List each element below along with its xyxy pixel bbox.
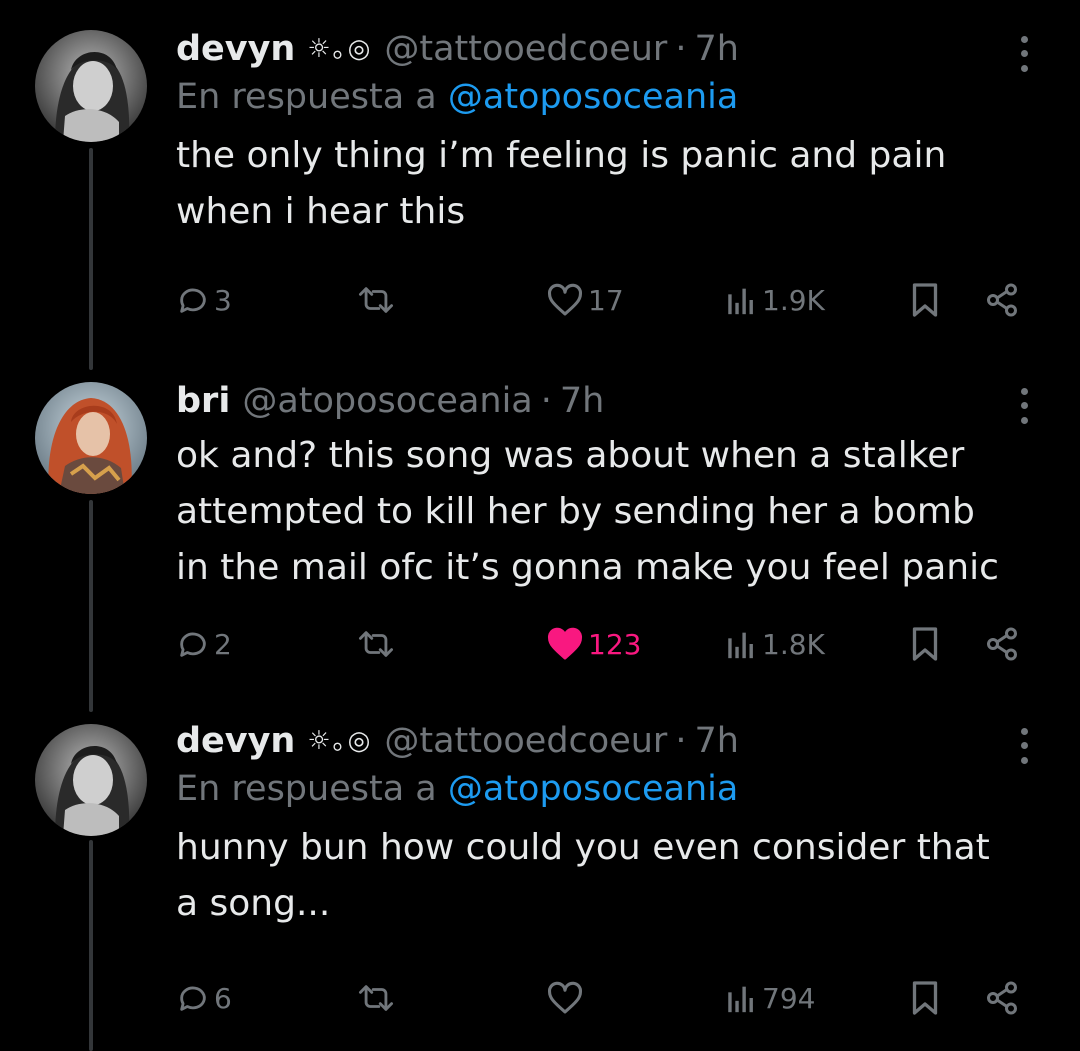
view-count: 794 [762,981,816,1015]
avatar[interactable] [35,30,147,142]
name-emoji: ☼｡◎ [307,34,373,64]
like-count: 17 [588,283,624,317]
bar-chart-icon [728,986,753,1013]
separator: · [675,29,687,69]
retweet-button[interactable] [356,280,396,320]
action-bar: 3 17 1.9K [176,280,1036,320]
reply-button[interactable]: 2 [176,624,232,664]
reply-prefix: En respuesta a [176,769,437,809]
reply-mention-link[interactable]: @atoposoceania [448,77,738,117]
views-button[interactable]: 1.8K [724,624,825,664]
more-dots-icon[interactable] [1012,32,1036,76]
handle[interactable]: @tattooedcoeur [384,26,667,72]
tweet-text: ok and? this song was about when a stalk… [176,428,1040,596]
reply-mention-link[interactable]: @atoposoceania [448,769,738,809]
bookmark-icon [912,627,938,661]
heart-icon [547,283,583,316]
reply-count: 6 [214,981,232,1015]
reply-count: 2 [214,627,232,661]
tweet-text-line: a song... [176,883,331,924]
timestamp[interactable]: 7h [560,378,604,424]
reply-context: En respuesta a @atoposoceania [176,764,1040,814]
display-name[interactable]: devyn [176,26,295,72]
display-name[interactable]: devyn [176,718,295,764]
retweet-icon [359,287,394,313]
tweet[interactable]: bri @atoposoceania · 7h ok and? this son… [0,360,1080,700]
tweet-text-line: attempted to kill her by sending her a b… [176,491,975,532]
like-button[interactable]: 123 [546,624,641,664]
tweet-header: devyn ☼｡◎ @tattooedcoeur · 7h [176,26,1040,72]
share-button[interactable] [984,624,1020,664]
bar-chart-icon [728,288,753,315]
heart-icon [547,981,583,1014]
tweet[interactable]: devyn ☼｡◎ @tattooedcoeur · 7h En respues… [0,700,1080,1051]
tweet-text-line: ok and? this song was about when a stalk… [176,435,965,476]
tweet-text: the only thing i’m feeling is panic and … [176,128,1040,240]
tweet-header: devyn ☼｡◎ @tattooedcoeur · 7h [176,718,1040,764]
views-button[interactable]: 1.9K [724,280,825,320]
bookmark-button[interactable] [910,978,940,1018]
separator: · [675,721,687,761]
tweet-text: hunny bun how could you even consider th… [176,820,1040,932]
view-count: 1.9K [762,283,825,317]
handle[interactable]: @tattooedcoeur [384,718,667,764]
bookmark-icon [912,981,938,1015]
reply-button[interactable]: 6 [176,978,232,1018]
like-count: 123 [588,627,642,661]
action-bar: 6 794 [176,978,1036,1018]
reply-prefix: En respuesta a [176,77,437,117]
share-button[interactable] [984,280,1020,320]
tweet-text-line: when i hear this [176,191,466,232]
tweet[interactable]: devyn ☼｡◎ @tattooedcoeur · 7h En respues… [0,0,1080,360]
share-icon [987,283,1017,317]
speech-bubble-icon [180,632,206,657]
like-button[interactable]: 17 [546,280,624,320]
share-icon [987,981,1017,1015]
timestamp[interactable]: 7h [694,26,738,72]
tweet-text-line: hunny bun how could you even consider th… [176,827,990,868]
retweet-button[interactable] [356,978,396,1018]
retweet-icon [359,631,394,657]
heart-icon [547,627,583,660]
reply-context: En respuesta a @atoposoceania [176,72,1040,122]
views-button[interactable]: 794 [724,978,815,1018]
more-dots-icon[interactable] [1012,384,1036,428]
like-button[interactable] [546,978,588,1018]
bookmark-icon [912,283,938,317]
tweet-text-line: in the mail ofc it’s gonna make you feel… [176,547,999,588]
bookmark-button[interactable] [910,280,940,320]
retweet-icon [359,985,394,1011]
speech-bubble-icon [180,288,206,313]
share-button[interactable] [984,978,1020,1018]
tweet-text-line: the only thing i’m feeling is panic and … [176,135,947,176]
more-dots-icon[interactable] [1012,724,1036,768]
handle[interactable]: @atoposoceania [242,378,532,424]
display-name[interactable]: bri [176,378,230,424]
name-emoji: ☼｡◎ [307,726,373,756]
share-icon [987,627,1017,661]
action-bar: 2 123 1.8K [176,624,1036,664]
bar-chart-icon [728,632,753,659]
timestamp[interactable]: 7h [694,718,738,764]
speech-bubble-icon [180,986,206,1011]
view-count: 1.8K [762,627,825,661]
tweet-header: bri @atoposoceania · 7h [176,378,1040,424]
bookmark-button[interactable] [910,624,940,664]
retweet-button[interactable] [356,624,396,664]
separator: · [540,381,552,421]
reply-count: 3 [214,283,232,317]
avatar[interactable] [35,724,147,836]
reply-button[interactable]: 3 [176,280,232,320]
avatar[interactable] [35,382,147,494]
